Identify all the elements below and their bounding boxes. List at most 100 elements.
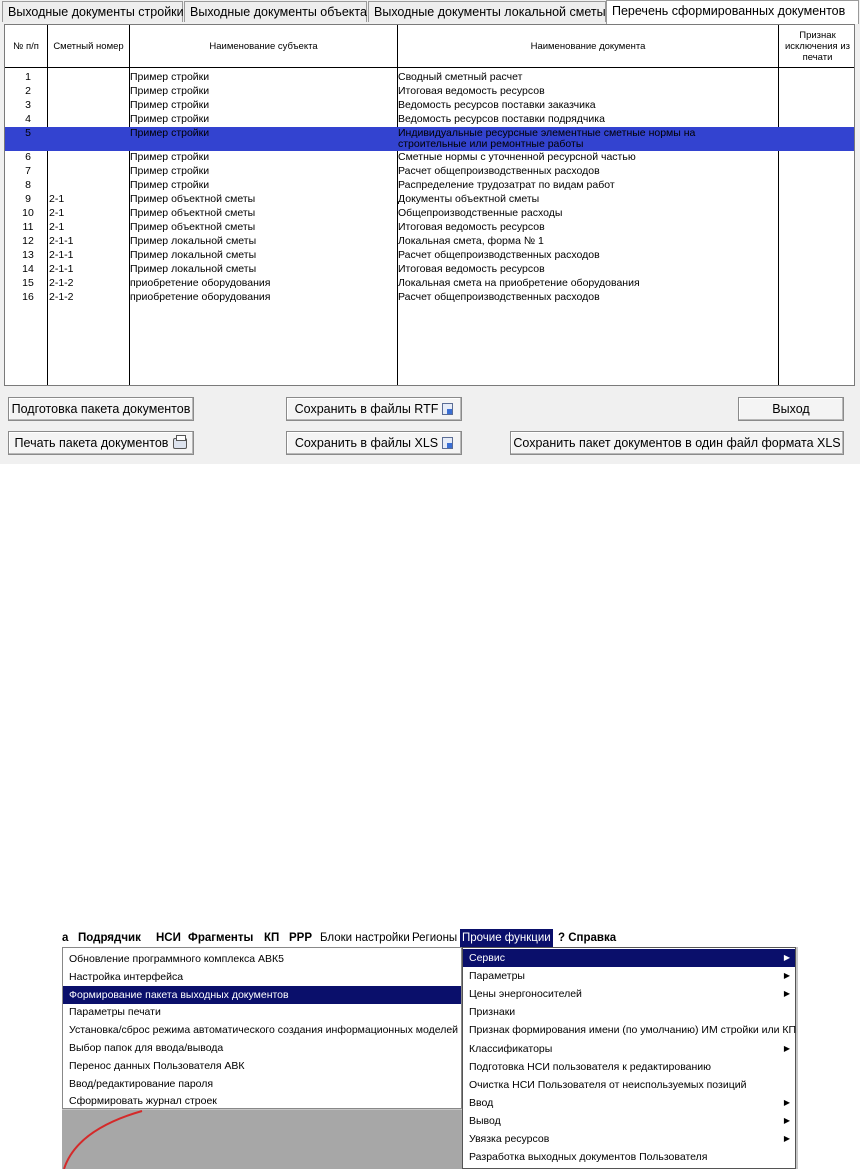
cell-num: 2	[25, 85, 31, 97]
cell-document: Документы объектной сметы	[398, 193, 540, 205]
cell-subject: Пример стройки	[130, 127, 210, 139]
col-header-num[interactable]: № п/п	[5, 25, 47, 67]
submenu-item[interactable]: Признак формирования имени (по умолчанию…	[463, 1021, 796, 1039]
submenu-item-label: Разработка выходных документов Пользоват…	[469, 1151, 708, 1164]
submenu-item-label: Классификаторы	[469, 1042, 553, 1055]
tab-construction-docs[interactable]: Выходные документы стройки	[2, 1, 184, 22]
save-xls-button[interactable]: Сохранить в файлы XLS	[286, 431, 462, 455]
cell-num: 15	[22, 277, 34, 289]
cell-subject: Пример объектной сметы	[130, 221, 256, 233]
menu-item[interactable]: Ввод/редактирование пароля	[63, 1075, 461, 1093]
table-row[interactable]: 7 Пример стройки Расчет общепроизводственн…	[5, 165, 854, 179]
table-row[interactable]: 16 2-1-2 приобретение оборудования Расчет о…	[5, 291, 854, 305]
cell-smeta-number: 2-1-1	[49, 263, 74, 275]
cell-smeta-number: 2-1	[49, 221, 65, 233]
col-header-subject[interactable]: Наименование субъекта	[130, 25, 397, 67]
menubar-item-regions[interactable]: Регионы	[412, 929, 457, 947]
menu-item[interactable]: Перенос данных Пользователя АВК	[63, 1057, 461, 1075]
menubar-item-a[interactable]: а	[62, 929, 68, 947]
submenu-arrow-icon: ▶	[783, 971, 790, 981]
submenu-item[interactable]: Подготовка НСИ пользователя к редактиров…	[463, 1058, 795, 1076]
menubar-item-nsi[interactable]: НСИ	[156, 929, 181, 947]
menu-item[interactable]: Обновление программного комплекса АВК5	[63, 950, 461, 968]
print-package-label: Печать пакета документов	[14, 436, 169, 450]
menu-item[interactable]: Настройка интерфейса	[63, 968, 461, 986]
menu-item[interactable]: Параметры печати	[63, 1003, 461, 1021]
cell-num: 13	[22, 249, 34, 261]
col-header-document[interactable]: Наименование документа	[398, 25, 778, 67]
cell-subject: Пример стройки	[130, 113, 210, 125]
menu-item[interactable]: Выбор папок для ввода/вывода	[63, 1039, 461, 1057]
submenu-item-label: Сервис	[469, 952, 505, 964]
submenu-item[interactable]: Классификаторы ▶	[463, 1040, 795, 1058]
cell-document: Итоговая ведомость ресурсов	[398, 221, 545, 233]
cell-document: Сводный сметный расчет	[398, 71, 523, 83]
table-row[interactable]: 13 2-1-1 Пример локальной сметы Расчет обще…	[5, 249, 854, 263]
tab-object-docs[interactable]: Выходные документы объекта	[184, 1, 367, 22]
submenu-item[interactable]: Очистка НСИ Пользователя от неиспользуем…	[463, 1076, 795, 1094]
cell-num: 16	[22, 291, 34, 303]
table-row[interactable]: 4 Пример стройки Ведомость ресурсов постав…	[5, 113, 854, 127]
submenu-item[interactable]: Цены энергоносителей ▶	[463, 985, 795, 1003]
cell-document-line2: строительные или ремонтные работы	[398, 138, 584, 150]
menubar-item-help[interactable]: ? Справка	[558, 929, 616, 947]
table-row[interactable]: 11 2-1 Пример объектной сметы Итоговая ведо…	[5, 221, 854, 235]
cell-smeta-number: 2-1-2	[49, 291, 74, 303]
menubar-item-contractor[interactable]: Подрядчик	[78, 929, 141, 947]
menu-item[interactable]: Установка/сброс режима автоматического с…	[63, 1021, 461, 1039]
prepare-package-button[interactable]: Подготовка пакета документов	[8, 397, 194, 421]
cell-document: Расчет общепроизводственных расходов	[398, 165, 600, 177]
documents-window: Выходные документы стройки Выходные доку…	[0, 0, 860, 464]
submenu-item-label: Увязка ресурсов	[469, 1133, 550, 1145]
table-row[interactable]: 6 Пример стройки Сметные нормы с уточненно…	[5, 151, 854, 165]
tab-local-estimate-docs[interactable]: Выходные документы локальной сметы	[368, 1, 606, 22]
table-row[interactable]: 5 Пример стройки Индивидуальные ресурсные …	[5, 127, 854, 151]
table-row[interactable]: 9 2-1 Пример объектной сметы Документы объе…	[5, 193, 854, 207]
cell-subject: Пример локальной сметы	[130, 249, 257, 261]
cell-smeta-number: 2-1-2	[49, 277, 74, 289]
submenu-item[interactable]: Разработка выходных документов Пользоват…	[463, 1148, 795, 1166]
print-package-button[interactable]: Печать пакета документов	[8, 431, 194, 455]
submenu-item[interactable]: Увязка ресурсов ▶	[463, 1130, 795, 1148]
cell-subject: Пример стройки	[130, 165, 210, 177]
menubar-item-fragments[interactable]: Фрагменты	[188, 929, 253, 947]
table-row[interactable]: 3 Пример стройки Ведомость ресурсов постав…	[5, 99, 854, 113]
submenu-item[interactable]: Параметры ▶	[463, 967, 795, 985]
menubar-item-other-functions[interactable]: Прочие функции	[460, 929, 553, 947]
save-single-xls-button[interactable]: Сохранить пакет документов в один файл ф…	[510, 431, 844, 455]
menubar-item-kp[interactable]: КП	[264, 929, 279, 947]
menubar-item-settings-blocks[interactable]: Блоки настройки	[320, 929, 410, 947]
submenu-item[interactable]: Сервис ▶	[463, 949, 795, 967]
submenu-item-label: Признаки	[469, 1006, 516, 1019]
rtf-file-icon	[442, 403, 454, 415]
cell-smeta-number: 2-1-1	[49, 235, 74, 247]
col-header-smeta[interactable]: Сметный номер	[48, 25, 129, 67]
submenu-item[interactable]: Ввод ▶	[463, 1094, 795, 1112]
menubar-item-rrr[interactable]: РРР	[289, 929, 312, 947]
col-header-print-exclusion[interactable]: Признак исключения из печати	[779, 25, 854, 67]
menu-item[interactable]: Формирование пакета выходных документов	[63, 985, 461, 1004]
service-submenu: Сервис ▶ Параметры ▶ Цены энергоносителей ▶ Пр…	[462, 947, 796, 1169]
tab-generated-docs-list[interactable]: Перечень сформированных документов	[606, 0, 859, 24]
table-row[interactable]: 12 2-1-1 Пример локальной сметы Локальная с…	[5, 235, 854, 249]
table-row[interactable]: 1 Пример стройки Сводный сметный расчет	[5, 71, 854, 85]
submenu-item[interactable]: Признаки	[463, 1003, 795, 1021]
cell-document: Сметные нормы с уточненной ресурсной час…	[398, 151, 636, 163]
menu-item[interactable]: Сформировать журнал строек	[63, 1092, 461, 1110]
cell-document: Общепроизводственные расходы	[398, 207, 563, 219]
save-rtf-button[interactable]: Сохранить в файлы RTF	[286, 397, 462, 421]
cell-document: Локальная смета на приобретение оборудов…	[398, 277, 640, 289]
table-row[interactable]: 10 2-1 Пример объектной сметы Общепроизводс…	[5, 207, 854, 221]
table-row[interactable]: 14 2-1-1 Пример локальной сметы Итоговая ве…	[5, 263, 854, 277]
table-row[interactable]: 8 Пример стройки Распределение трудозатрат…	[5, 179, 854, 193]
cell-num: 4	[25, 113, 31, 125]
cell-document: Расчет общепроизводственных расходов	[398, 291, 600, 303]
cell-document: Локальная смета, форма № 1	[398, 235, 544, 247]
cell-num: 9	[25, 193, 31, 205]
documents-table[interactable]: № п/п Сметный номер Наименование субъект…	[4, 24, 855, 386]
submenu-item[interactable]: Вывод ▶	[463, 1112, 795, 1130]
exit-button[interactable]: Выход	[738, 397, 844, 421]
table-row[interactable]: 2 Пример стройки Итоговая ведомость ресурс…	[5, 85, 854, 99]
cell-num: 3	[25, 99, 31, 111]
table-row[interactable]: 15 2-1-2 приобретение оборудования Локальна…	[5, 277, 854, 291]
